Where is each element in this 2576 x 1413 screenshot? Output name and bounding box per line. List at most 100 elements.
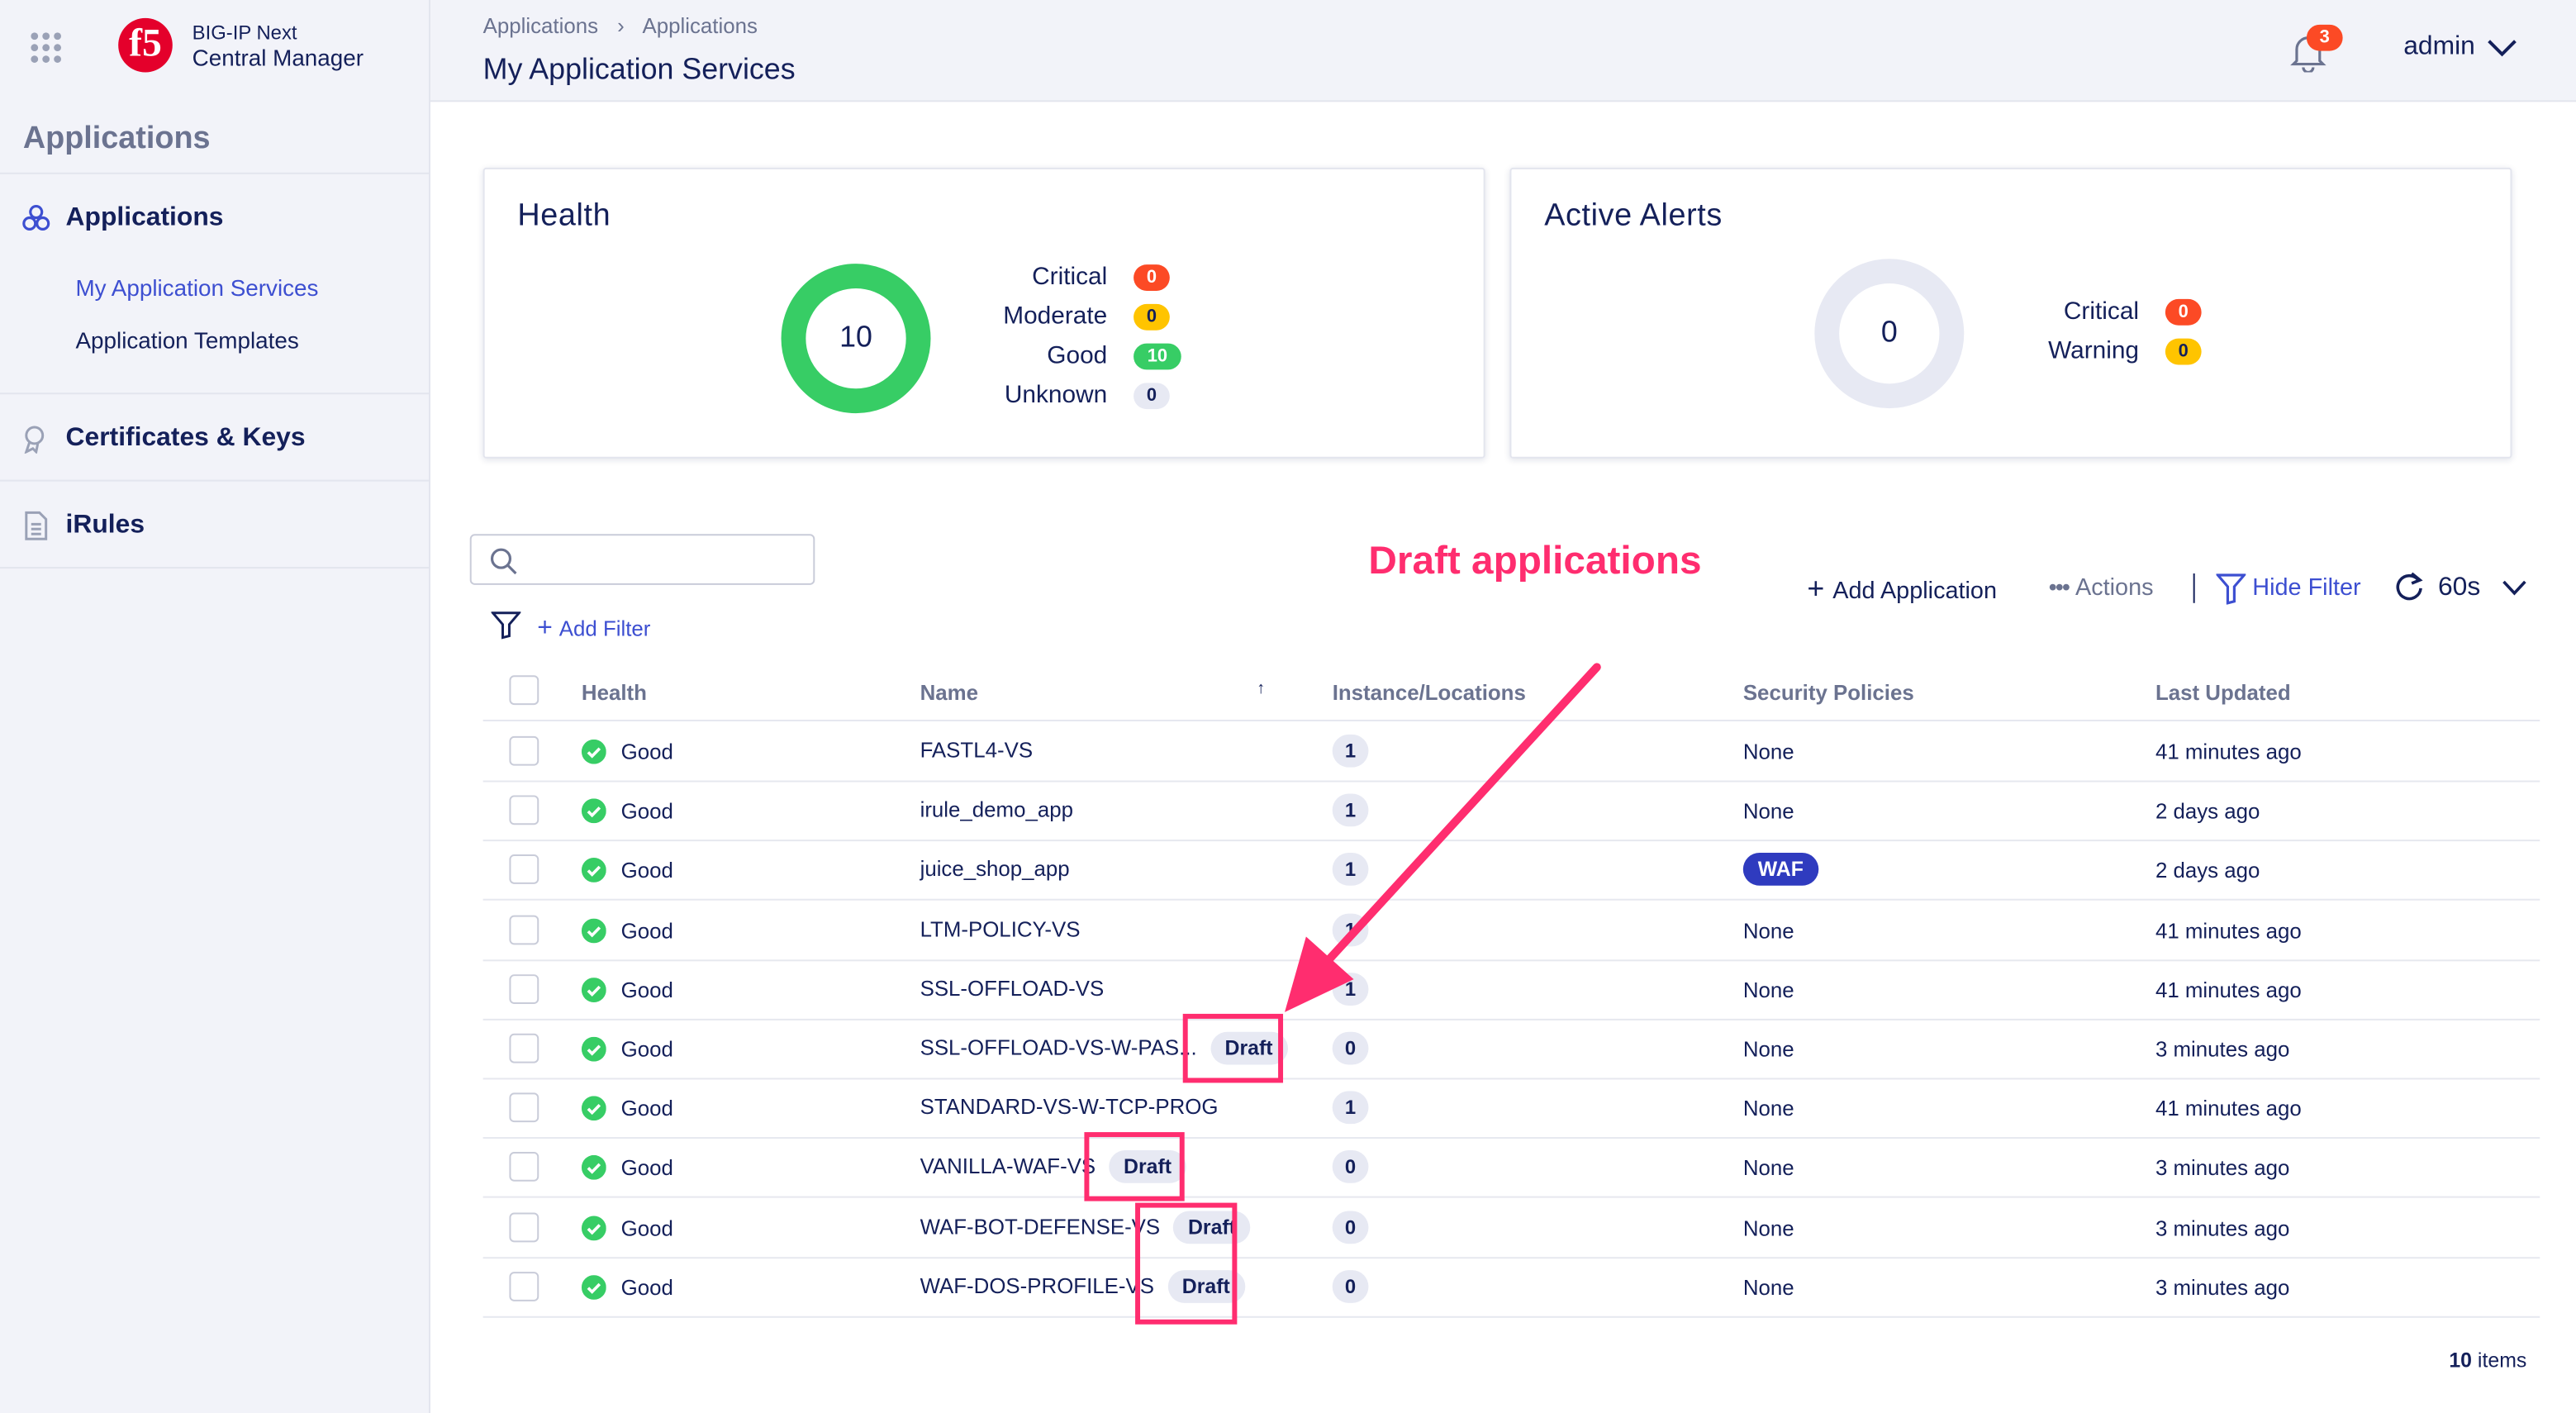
- application-name-link[interactable]: VANILLA-WAF-VS: [920, 1151, 1096, 1184]
- application-name-link[interactable]: juice_shop_app: [920, 854, 1070, 887]
- row-checkbox[interactable]: [509, 1211, 539, 1242]
- user-menu[interactable]: admin: [2403, 33, 2475, 63]
- table-row[interactable]: Good STANDARD-VS-W-TCP-PROG 1 None 41 minute…: [482, 1078, 2540, 1139]
- search-input[interactable]: [469, 534, 815, 585]
- table-row[interactable]: Good VANILLA-WAF-VS Draft 0 None 3 minutes ag…: [482, 1138, 2540, 1199]
- row-checkbox[interactable]: [509, 735, 539, 766]
- instance-count[interactable]: 1: [1332, 793, 1369, 827]
- chevron-down-icon[interactable]: [2502, 580, 2527, 597]
- row-checkbox[interactable]: [509, 1271, 539, 1301]
- hide-filter-button[interactable]: Hide Filter: [2252, 575, 2360, 602]
- table-row[interactable]: Good LTM-POLICY-VS 1 None 41 minutes ago: [482, 900, 2540, 961]
- breadcrumb-item[interactable]: Applications: [642, 13, 757, 38]
- table-row[interactable]: Good SSL-OFFLOAD-VS 1 None 41 minutes ago: [482, 959, 2540, 1020]
- column-header-instances[interactable]: Instance/Locations: [1333, 680, 1526, 705]
- application-name-link[interactable]: irule_demo_app: [920, 794, 1073, 827]
- health-status: Good: [620, 798, 673, 824]
- items-count: 10 items: [2365, 1349, 2526, 1373]
- waf-policy-badge[interactable]: WAF: [1742, 853, 1818, 887]
- filter-icon[interactable]: [491, 611, 521, 640]
- add-filter-label: Add Filter: [558, 616, 651, 641]
- security-policies: None: [1742, 798, 1794, 824]
- sidebar-item-irules[interactable]: iRules: [66, 511, 145, 540]
- application-name-link[interactable]: LTM-POLICY-VS: [920, 913, 1081, 946]
- refresh-icon[interactable]: [2393, 572, 2425, 605]
- table-row[interactable]: Good irule_demo_app 1 None 2 days ago: [482, 781, 2540, 842]
- application-name-link[interactable]: FASTL4-VS: [920, 735, 1033, 768]
- column-header-security-policies[interactable]: Security Policies: [1743, 680, 1914, 705]
- search-field[interactable]: [527, 542, 806, 578]
- chevron-down-icon[interactable]: [2488, 38, 2517, 58]
- instance-count[interactable]: 0: [1332, 1150, 1369, 1184]
- instance-count[interactable]: 1: [1332, 853, 1369, 887]
- breadcrumb: Applications › Applications: [483, 13, 758, 38]
- application-name-link[interactable]: WAF-BOT-DEFENSE-VS: [920, 1211, 1161, 1244]
- column-header-health[interactable]: Health: [582, 680, 647, 705]
- row-checkbox[interactable]: [509, 914, 539, 944]
- row-checkbox[interactable]: [509, 795, 539, 825]
- legend-label: Moderate: [1003, 302, 1108, 331]
- alerts-title: Active Alerts: [1544, 198, 1723, 234]
- alert-critical-count: 0: [2165, 298, 2202, 326]
- check-circle-icon: [581, 1155, 606, 1181]
- app-grid-icon[interactable]: [30, 31, 63, 64]
- more-dots-icon: •••: [2048, 574, 2070, 602]
- row-checkbox[interactable]: [509, 973, 539, 1004]
- last-updated: 41 minutes ago: [2155, 739, 2302, 764]
- application-name-link[interactable]: WAF-DOS-PROFILE-VS: [920, 1270, 1154, 1303]
- row-checkbox[interactable]: [509, 1152, 539, 1182]
- health-total: 10: [839, 320, 872, 354]
- breadcrumb-item[interactable]: Applications: [483, 13, 598, 38]
- health-title: Health: [517, 198, 611, 234]
- table-row[interactable]: Good SSL-OFFLOAD-VS-W-PAS... Draft 0 None 3 m…: [482, 1019, 2540, 1080]
- check-circle-icon: [581, 858, 606, 883]
- refresh-interval-select[interactable]: 60s: [2438, 573, 2480, 603]
- sidebar-item-my-application-services[interactable]: My Application Services: [75, 274, 318, 301]
- sidebar-item-certificates[interactable]: Certificates & Keys: [66, 424, 306, 454]
- sidebar-item-application-templates[interactable]: Application Templates: [75, 327, 298, 354]
- add-filter-button[interactable]: + Add Filter: [537, 615, 650, 645]
- table-row[interactable]: Good WAF-DOS-PROFILE-VS Draft 0 None 3 minute…: [482, 1257, 2540, 1318]
- actions-button[interactable]: ••• Actions: [2049, 575, 2154, 602]
- alert-warning-count: 0: [2165, 338, 2202, 365]
- row-checkbox[interactable]: [509, 1092, 539, 1123]
- instance-count[interactable]: 1: [1332, 1091, 1369, 1125]
- select-all-checkbox[interactable]: [509, 675, 539, 706]
- last-updated: 3 minutes ago: [2155, 1215, 2290, 1240]
- health-card: Health 10 Critical 0 Moderate 0 Good 10 …: [482, 167, 1485, 459]
- add-application-button[interactable]: + Add Application: [1807, 572, 1997, 607]
- table-row[interactable]: Good WAF-BOT-DEFENSE-VS Draft 0 None 3 minute…: [482, 1197, 2540, 1258]
- table-row[interactable]: Good FASTL4-VS 1 None 41 minutes ago: [482, 721, 2540, 783]
- plus-icon: +: [537, 614, 553, 643]
- sort-asc-icon[interactable]: ↑: [1257, 680, 1265, 698]
- instance-count[interactable]: 1: [1332, 912, 1369, 946]
- name-cell: juice_shop_app: [920, 854, 1070, 887]
- row-checkbox[interactable]: [509, 1033, 539, 1063]
- brand-line2: Central Manager: [192, 44, 364, 71]
- brand-line1: BIG-IP Next: [192, 21, 297, 45]
- application-name-link[interactable]: SSL-OFFLOAD-VS: [920, 973, 1105, 1006]
- search-icon: [490, 548, 517, 575]
- add-application-label: Add Application: [1832, 578, 1998, 605]
- check-circle-icon: [581, 1036, 606, 1062]
- instance-count[interactable]: 0: [1332, 1210, 1369, 1244]
- name-cell: LTM-POLICY-VS: [920, 913, 1081, 946]
- instance-count[interactable]: 0: [1332, 1269, 1369, 1303]
- instance-count[interactable]: 1: [1332, 972, 1369, 1006]
- check-circle-icon: [581, 739, 606, 764]
- active-alerts-card: Active Alerts 0 Critical 0 Warning 0: [1509, 167, 2512, 459]
- table-row[interactable]: Good juice_shop_app 1 WAF 2 days ago: [482, 840, 2540, 902]
- application-name-link[interactable]: SSL-OFFLOAD-VS-W-PAS...: [920, 1032, 1197, 1065]
- last-updated: 2 days ago: [2155, 858, 2260, 883]
- annotation-label: Draft applications: [1368, 539, 1702, 583]
- column-header-last-updated[interactable]: Last Updated: [2155, 680, 2291, 705]
- sidebar-item-applications[interactable]: Applications: [66, 204, 224, 234]
- instance-count[interactable]: 0: [1332, 1031, 1369, 1065]
- page-title: My Application Services: [482, 52, 796, 86]
- page-header: Applications › Applications My Applicati…: [430, 0, 2576, 102]
- column-header-name[interactable]: Name: [920, 680, 978, 705]
- row-checkbox[interactable]: [509, 854, 539, 885]
- application-name-link[interactable]: STANDARD-VS-W-TCP-PROG: [920, 1092, 1219, 1125]
- moderate-count: 0: [1134, 303, 1170, 331]
- instance-count[interactable]: 1: [1332, 734, 1369, 768]
